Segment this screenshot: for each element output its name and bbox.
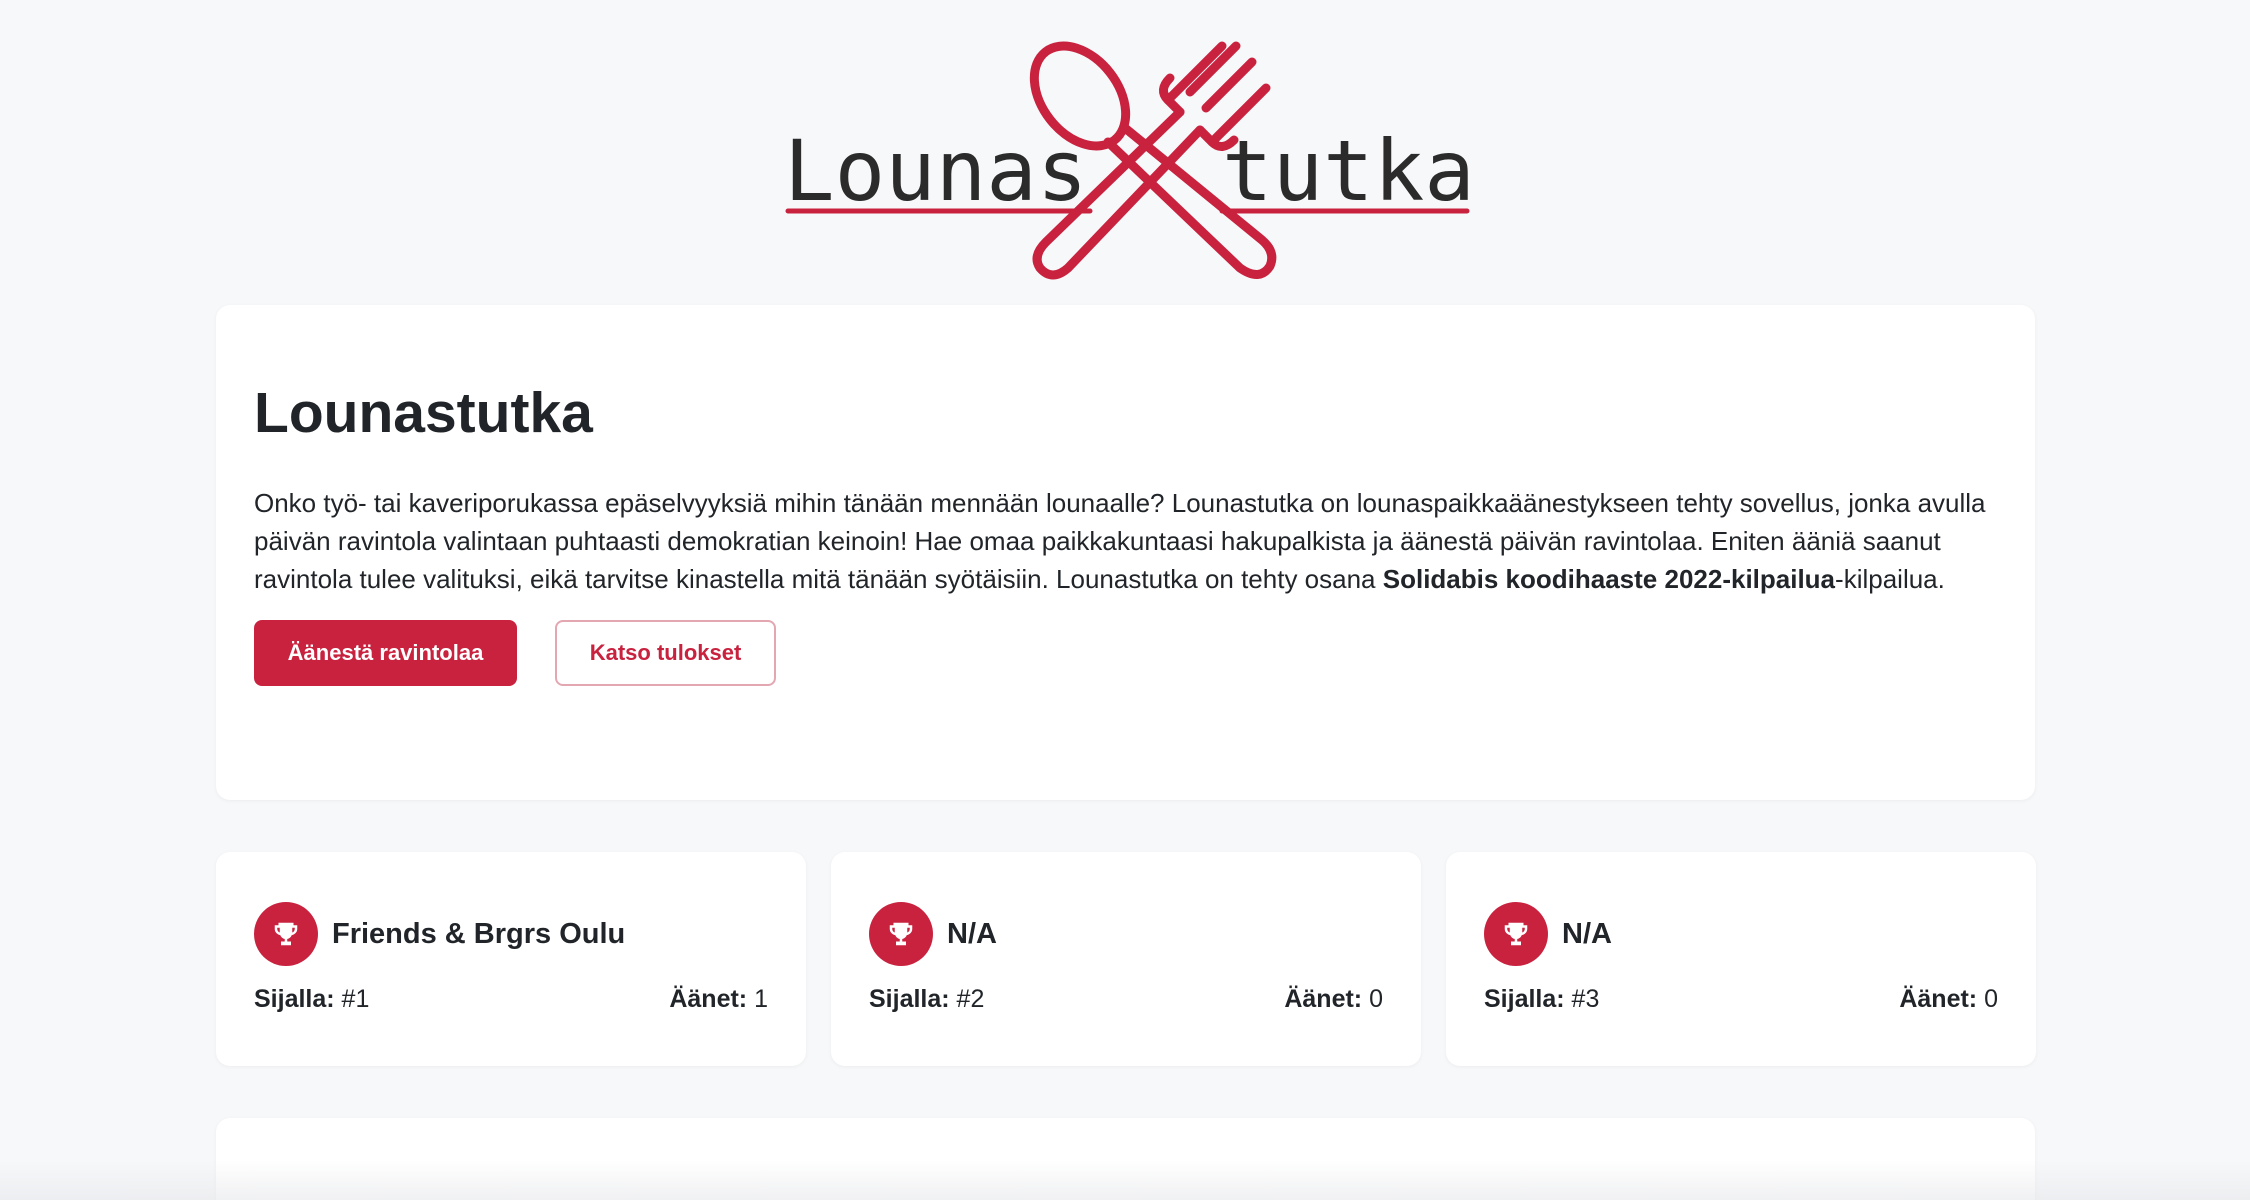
rank: Sijalla: #1 — [254, 985, 370, 1013]
intro-card: Lounastutka Onko työ- tai kaveriporukass… — [216, 305, 2035, 800]
hero-actions: Äänestä ravintolaa Katso tulokset — [254, 620, 1997, 686]
vote-restaurant-button[interactable]: Äänestä ravintolaa — [254, 620, 517, 686]
result-card-1: Friends & Brgrs Oulu Sijalla: #1 Äänet: … — [216, 852, 806, 1066]
trophy-icon — [254, 902, 318, 966]
result-meta: Sijalla: #3 Äänet: 0 — [1484, 985, 1998, 1014]
logo-graphic: Lounas tutka — [784, 41, 1475, 280]
view-results-button[interactable]: Katso tulokset — [555, 620, 776, 686]
intro-text-end: -kilpailua. — [1835, 564, 1945, 594]
result-header: N/A — [1484, 902, 1998, 966]
site-logo[interactable]: Lounas tutka — [770, 30, 1480, 290]
logo-text-right: tutka — [1222, 122, 1475, 220]
restaurant-name: Friends & Brgrs Oulu — [332, 917, 626, 950]
votes: Äänet: 1 — [669, 985, 768, 1013]
rank: Sijalla: #2 — [869, 985, 985, 1013]
votes: Äänet: 0 — [1284, 985, 1383, 1013]
trophy-icon — [869, 902, 933, 966]
result-header: Friends & Brgrs Oulu — [254, 902, 768, 966]
page-title: Lounastutka — [254, 381, 593, 445]
intro-contest-name: Solidabis koodihaaste 2022-kilpailua — [1382, 564, 1836, 594]
result-card-2: N/A Sijalla: #2 Äänet: 0 — [831, 852, 1421, 1066]
rank: Sijalla: #3 — [1484, 985, 1600, 1013]
result-meta: Sijalla: #2 Äänet: 0 — [869, 985, 1383, 1014]
votes: Äänet: 0 — [1899, 985, 1998, 1013]
restaurant-name: N/A — [947, 917, 997, 950]
result-meta: Sijalla: #1 Äänet: 1 — [254, 985, 768, 1014]
result-card-3: N/A Sijalla: #3 Äänet: 0 — [1446, 852, 2036, 1066]
trophy-icon — [1484, 902, 1548, 966]
result-header: N/A — [869, 902, 1383, 966]
restaurant-name: N/A — [1562, 917, 1612, 950]
intro-description: Onko työ- tai kaveriporukassa epäselvyyk… — [254, 484, 1999, 598]
search-card — [216, 1118, 2035, 1200]
logo-text-left: Lounas — [784, 122, 1087, 220]
